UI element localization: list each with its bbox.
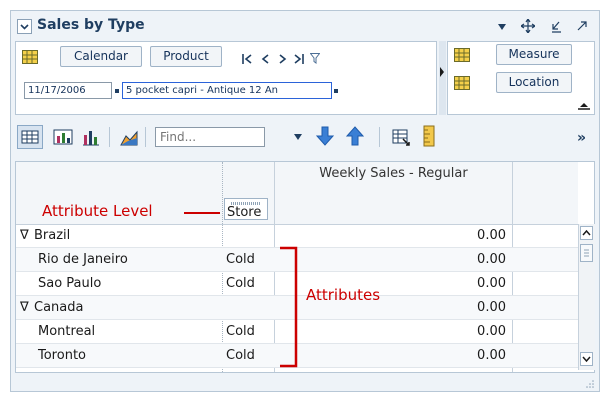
pane-splitter[interactable] (439, 41, 446, 115)
table-row[interactable]: ∇ Canada 0.00 (16, 296, 588, 320)
table-row[interactable]: Toronto Cold 0.00 (16, 344, 588, 368)
find-input[interactable] (155, 127, 265, 147)
table-row[interactable]: Rio de Janeiro Cold 0.00 (16, 248, 588, 272)
data-grid: Weekly Sales - Regular Store Attribute L… (15, 161, 595, 373)
chart-grid-icon[interactable] (53, 127, 73, 147)
filter-icon[interactable] (310, 53, 320, 64)
table-row[interactable]: Sao Paulo Cold 0.00 (16, 272, 588, 296)
first-icon[interactable] (242, 54, 252, 64)
attribute-cell: Cold (226, 276, 255, 291)
row-label: Brazil (34, 228, 71, 243)
collapse-chevron-icon[interactable] (17, 19, 32, 34)
calendar-value-field[interactable]: 11/17/2006 (24, 82, 112, 99)
grid-toolbar: » (11, 119, 599, 155)
toolbar-divider (145, 127, 146, 147)
ruler-icon[interactable] (419, 125, 439, 147)
store-attribute-header[interactable]: Store (224, 198, 268, 220)
export-icon[interactable] (391, 127, 411, 147)
attributes-annotation: Attributes (306, 286, 381, 304)
overflow-icon[interactable]: » (577, 130, 586, 146)
store-header-label: Store (227, 205, 262, 220)
bar-chart-icon[interactable] (81, 127, 101, 147)
row-dimensions-area: Calendar Product 11/17/2006 5 pocket cap… (15, 41, 437, 115)
attributes-bracket (280, 246, 298, 368)
scroll-up-button[interactable] (574, 95, 594, 115)
arrow-down-icon[interactable] (315, 125, 335, 146)
product-value-field[interactable]: 5 pocket capri - Antique 12 An (122, 82, 332, 99)
value-cell[interactable]: 0.00 (416, 272, 506, 295)
attribute-cell: Cold (226, 252, 255, 267)
attribute-level-annotation: Attribute Level (42, 202, 153, 220)
calendar-dimension-button[interactable]: Calendar (60, 46, 142, 67)
row-label: Rio de Janeiro (38, 252, 128, 267)
panel-title-bar: Sales by Type (11, 11, 599, 41)
value-cell[interactable]: 0.00 (416, 320, 506, 343)
toolbar-divider (109, 127, 110, 147)
selector-marker (115, 89, 119, 93)
grid-view-icon[interactable] (17, 125, 43, 149)
chevron-down-icon[interactable] (293, 133, 303, 141)
value-cell[interactable]: 0.00 (416, 224, 506, 247)
row-label: Canada (34, 300, 84, 315)
dimension-grid-icon (454, 48, 470, 62)
toolbar-divider (379, 127, 380, 147)
selector-marker (334, 89, 338, 93)
measure-dimension-button[interactable]: Measure (496, 44, 572, 65)
measure-column-header: Weekly Sales - Regular (319, 166, 468, 181)
row-label: Toronto (38, 348, 86, 363)
minimize-icon[interactable] (549, 19, 563, 33)
row-label: Sao Paulo (38, 276, 102, 291)
expand-icon[interactable]: ∇ (20, 296, 29, 319)
maximize-icon[interactable] (575, 19, 589, 33)
resize-grip-icon[interactable] (585, 379, 595, 389)
location-dimension-button[interactable]: Location (496, 72, 572, 93)
table-row[interactable]: Montreal Cold 0.00 (16, 320, 588, 344)
scroll-down-button[interactable] (580, 352, 593, 366)
expand-icon[interactable]: ∇ (20, 224, 29, 247)
table-row[interactable]: ∇ Brazil 0.00 (16, 224, 588, 248)
previous-icon[interactable] (260, 54, 270, 64)
vertical-scrollbar[interactable] (578, 224, 595, 370)
scroll-thumb[interactable] (580, 244, 593, 262)
value-cell[interactable]: 0.00 (416, 296, 506, 319)
sales-by-type-panel: Sales by Type Calendar Product 11/17/200… (10, 10, 600, 392)
attribute-cell: Cold (226, 348, 255, 363)
column-dimensions-area: Measure Location (447, 41, 595, 115)
panel-title: Sales by Type (37, 17, 145, 33)
arrow-up-icon[interactable] (345, 125, 365, 146)
scroll-up-button[interactable] (580, 226, 593, 240)
row-label: Montreal (38, 324, 96, 339)
chevron-down-icon[interactable] (497, 23, 507, 31)
dimension-grid-icon (454, 76, 470, 90)
annotation-line (184, 212, 220, 214)
product-dimension-button[interactable]: Product (150, 46, 222, 67)
area-chart-icon[interactable] (119, 127, 139, 147)
next-icon[interactable] (278, 54, 288, 64)
value-cell[interactable]: 0.00 (416, 248, 506, 271)
value-cell[interactable]: 0.00 (416, 344, 506, 367)
last-icon[interactable] (294, 54, 304, 64)
attribute-cell: Cold (226, 324, 255, 339)
move-icon[interactable] (521, 19, 535, 33)
dimension-grid-icon (22, 50, 38, 64)
